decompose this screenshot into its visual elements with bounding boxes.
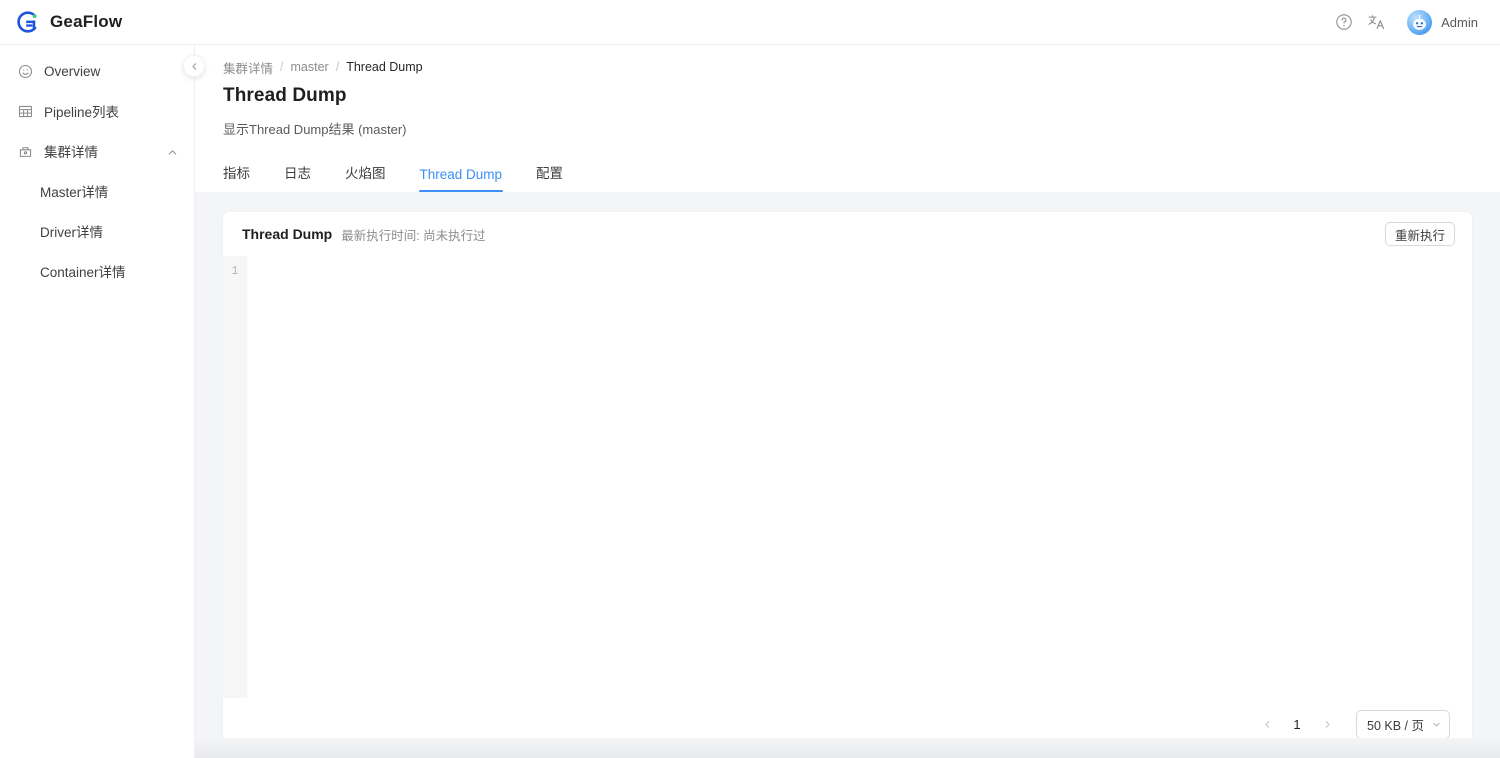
page-title: Thread Dump — [223, 85, 1472, 107]
sidebar-subitem-container-detail[interactable]: Container详情 — [0, 251, 194, 291]
page-header: 集群详情 / master / Thread Dump Thread Dump … — [195, 45, 1500, 192]
page-size-label: 50 KB / 页 — [1367, 715, 1424, 734]
clock-circle-icon — [18, 64, 33, 79]
sidebar-item-label: Overview — [44, 64, 100, 79]
sidebar-subitem-label: Container详情 — [40, 261, 126, 281]
page-description: 显示Thread Dump结果 (master) — [223, 119, 1472, 138]
pagination-prev-button[interactable] — [1255, 712, 1279, 736]
sidebar-subitem-driver-detail[interactable]: Driver详情 — [0, 211, 194, 251]
breadcrumb-separator: / — [280, 60, 283, 74]
page-bottom-bar — [0, 738, 1500, 758]
card-title: Thread Dump — [242, 226, 332, 242]
app-root: GeaFlow — [0, 0, 1500, 758]
card-header: Thread Dump 最新执行时间: 尚未执行过 重新执行 — [223, 212, 1472, 256]
tab-metrics[interactable]: 指标 — [223, 162, 250, 192]
user-name: Admin — [1441, 15, 1478, 30]
top-bar: GeaFlow — [0, 0, 1500, 45]
chevron-up-icon[interactable] — [167, 146, 178, 157]
pagination-page-1[interactable]: 1 — [1285, 712, 1309, 736]
top-bar-actions: Admin — [1335, 10, 1500, 35]
sidebar-item-label: 集群详情 — [44, 141, 98, 161]
tab-logs[interactable]: 日志 — [284, 162, 311, 192]
sidebar-subitem-label: Master详情 — [40, 181, 108, 201]
thread-dump-editor[interactable]: 1 — [223, 256, 1472, 698]
user-avatar-icon — [1407, 10, 1432, 35]
sidebar-subitem-master-detail[interactable]: Master详情 — [0, 171, 194, 211]
sidebar-subitem-label: Driver详情 — [40, 221, 103, 241]
chevron-right-icon — [1323, 720, 1332, 729]
sidebar-item-label: Pipeline列表 — [44, 101, 119, 121]
rerun-button[interactable]: 重新执行 — [1385, 222, 1455, 246]
tab-config[interactable]: 配置 — [536, 162, 563, 192]
cluster-icon — [18, 144, 33, 159]
geaflow-g-logo-icon — [14, 9, 40, 35]
brand-name: GeaFlow — [50, 12, 122, 32]
tab-thread-dump[interactable]: Thread Dump — [420, 167, 503, 192]
chevron-left-icon — [190, 62, 199, 71]
sidebar: Overview Pipeline列表 集群详情 — [0, 45, 195, 758]
editor-line-numbers: 1 — [223, 256, 247, 698]
chevron-down-icon — [1432, 720, 1441, 729]
translate-icon[interactable] — [1367, 13, 1385, 31]
brand[interactable]: GeaFlow — [0, 9, 195, 35]
user-menu[interactable]: Admin — [1407, 10, 1478, 35]
breadcrumb-item-current: Thread Dump — [346, 60, 422, 74]
tab-bar: 指标 日志 火焰图 Thread Dump 配置 — [223, 154, 1472, 192]
sidebar-item-overview[interactable]: Overview — [0, 51, 194, 91]
breadcrumb-separator: / — [336, 60, 339, 74]
card-subtitle-last-run: 最新执行时间: 尚未执行过 — [341, 225, 485, 244]
breadcrumb: 集群详情 / master / Thread Dump — [223, 57, 1472, 77]
breadcrumb-item-master[interactable]: master — [291, 60, 329, 74]
editor-content[interactable] — [247, 256, 1472, 698]
tab-flame-graph[interactable]: 火焰图 — [345, 162, 386, 192]
sidebar-item-cluster-detail[interactable]: 集群详情 — [0, 131, 194, 171]
breadcrumb-item-cluster[interactable]: 集群详情 — [223, 58, 273, 77]
pagination-next-button[interactable] — [1315, 712, 1339, 736]
main-content: 集群详情 / master / Thread Dump Thread Dump … — [195, 45, 1500, 758]
page-size-select[interactable]: 50 KB / 页 — [1356, 710, 1450, 739]
sidebar-collapse-button[interactable] — [183, 55, 205, 77]
thread-dump-card: Thread Dump 最新执行时间: 尚未执行过 重新执行 1 1 — [223, 212, 1472, 750]
sidebar-item-pipeline-list[interactable]: Pipeline列表 — [0, 91, 194, 131]
question-circle-icon[interactable] — [1335, 13, 1353, 31]
chevron-left-icon — [1263, 720, 1272, 729]
table-icon — [18, 104, 33, 119]
content-area: Thread Dump 最新执行时间: 尚未执行过 重新执行 1 1 — [195, 192, 1500, 758]
